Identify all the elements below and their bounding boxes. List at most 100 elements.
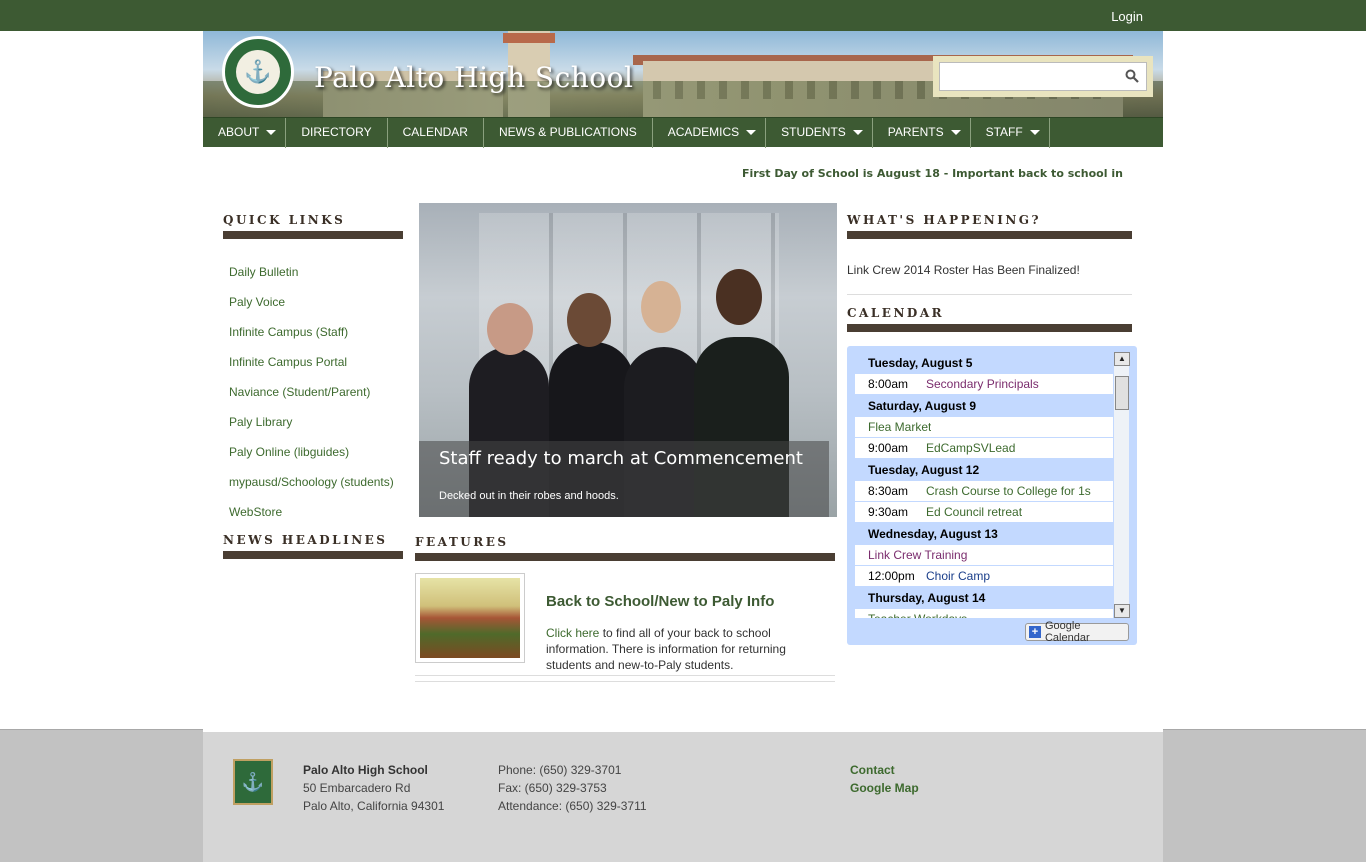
slide-person-head [716,269,762,325]
nav-item-students[interactable]: STUDENTS [766,118,873,148]
banner-tower-roof [503,33,555,43]
right-sidebar: WHAT'S HAPPENING? Link Crew 2014 Roster … [847,213,1132,332]
quick-link[interactable]: WebStore [229,503,403,521]
nav-item-parents[interactable]: PARENTS [873,118,971,148]
calendar-event-title[interactable]: Teacher Workdays [868,612,967,618]
slide-caption-title[interactable]: Staff ready to march at Commencement [439,448,803,469]
ship-icon: ⚓ [236,50,280,94]
calendar-event-list[interactable]: Tuesday, August 5 8:00am Secondary Princip… [855,352,1113,618]
calendar-event-row: 8:00am Secondary Principals [855,374,1113,395]
nav-item-calendar[interactable]: CALENDAR [388,118,484,148]
quick-link[interactable]: Daily Bulletin [229,263,403,281]
nav-item-directory[interactable]: DIRECTORY [286,118,388,148]
calendar-day-label: Saturday, August 9 [868,399,977,413]
quick-links-title: QUICK LINKS [223,213,346,227]
calendar-event-time: 8:30am [868,484,909,498]
footer-address-line: Palo Alto, California 94301 [303,799,445,813]
calendar-event-title[interactable]: Ed Council retreat [926,505,1022,519]
plus-icon: + [1029,626,1041,638]
footer: ⚓ Palo Alto High School 50 Embarcadero R… [203,732,1163,862]
search-icon[interactable] [1125,69,1139,83]
dropdown-arrow-icon [1029,130,1040,135]
footer-links: Contact Google Map [850,761,919,797]
search-box [933,56,1153,97]
calendar-event-title[interactable]: Secondary Principals [926,377,1039,391]
feature-click-here-link[interactable]: Click here [546,626,599,640]
calendar-event-title[interactable]: Flea Market [868,420,931,434]
quick-link[interactable]: Infinite Campus Portal [229,353,403,371]
quick-link[interactable]: Paly Online (libguides) [229,443,403,461]
nav-item-label: CALENDAR [402,125,468,139]
calendar-event-row: Teacher Workdays [855,609,1113,618]
calendar-day-header: Tuesday, August 12 [855,459,1113,481]
calendar-day-label: Wednesday, August 13 [868,527,998,541]
calendar-day-label: Tuesday, August 5 [868,356,973,370]
whats-happening-title: WHAT'S HAPPENING? [847,213,1042,227]
scroll-up-icon[interactable]: ▲ [1114,352,1130,366]
footer-school-name: Palo Alto High School [303,763,428,777]
news-headlines-title: NEWS HEADLINES [223,533,388,547]
slide-person-head [487,303,533,355]
slide-person-head [567,293,611,347]
nav-item-staff[interactable]: STAFF [971,118,1050,148]
footer-address-line: 50 Embarcadero Rd [303,781,411,795]
quick-links-list: Daily Bulletin Paly Voice Infinite Campus … [223,263,403,521]
top-bar: Login [203,0,1163,31]
image-slider[interactable]: Staff ready to march at Commencement Dec… [419,203,837,517]
calendar-event-title[interactable]: Crash Course to College for 1s [926,484,1091,498]
quick-link[interactable]: Infinite Campus (Staff) [229,323,403,341]
feature-item: Back to School/New to Paly Info Click he… [415,561,835,686]
slide-caption-subtitle: Decked out in their robes and hoods. [439,490,619,502]
nav-item-about[interactable]: ABOUT [203,118,287,148]
nav-item-label: NEWS & PUBLICATIONS [498,125,637,139]
calendar-event-row: 12:00pm Choir Camp [855,566,1113,587]
scroll-down-icon[interactable]: ▼ [1114,604,1130,618]
quick-link[interactable]: mypausd/Schoology (students) [229,473,403,491]
nav-item-news-publications[interactable]: NEWS & PUBLICATIONS [484,118,653,148]
section-divider [847,231,1132,239]
dropdown-arrow-icon [950,130,961,135]
whats-happening-item[interactable]: Link Crew 2014 Roster Has Been Finalized… [847,263,1132,295]
footer-contact-numbers: Phone: (650) 329-3701 Fax: (650) 329-375… [498,761,647,815]
section-divider [847,324,1132,332]
calendar-event-title[interactable]: EdCampSVLead [926,441,1015,455]
dropdown-arrow-icon [852,130,863,135]
left-sidebar: QUICK LINKS Daily Bulletin Paly Voice Infi… [223,213,403,559]
dropdown-arrow-icon [266,130,277,135]
calendar-event-time: 9:00am [868,441,909,455]
feature-headline[interactable]: Back to School/New to Paly Info [546,593,774,610]
scrollbar-thumb[interactable] [1115,376,1129,410]
feature-thumbnail[interactable] [415,573,525,663]
feature-divider [415,681,835,682]
login-link[interactable]: Login [1111,9,1143,24]
slide-person-head [641,281,681,333]
calendar-scrollbar[interactable]: ▲ ▼ [1113,352,1130,618]
quick-link[interactable]: Naviance (Student/Parent) [229,383,403,401]
section-divider [223,551,403,559]
quick-link[interactable]: Paly Library [229,413,403,431]
calendar-event-title[interactable]: Choir Camp [926,569,990,583]
calendar-day-label: Thursday, August 14 [868,591,986,605]
google-calendar-button[interactable]: + Google Calendar [1025,620,1129,644]
nav-item-label: ACADEMICS [667,125,740,139]
footer-fax: Fax: (650) 329-3753 [498,781,607,795]
calendar-event-time: 12:00pm [868,569,915,583]
footer-google-map-link[interactable]: Google Map [850,779,919,797]
nav-item-label: PARENTS [887,125,944,139]
news-ticker[interactable]: First Day of School is August 18 - Impor… [742,167,1123,183]
calendar-event-time: 9:30am [868,505,909,519]
calendar-event-row: Flea Market [855,417,1113,438]
feature-description: Click here to find all of your back to s… [546,625,806,673]
features-title: FEATURES [415,535,509,549]
calendar-event-time: 8:00am [868,377,909,391]
site-title[interactable]: Palo Alto High School [314,61,633,94]
school-logo[interactable]: ⚓ [222,36,294,108]
feature-divider [415,675,835,676]
calendar-day-header: Tuesday, August 5 [855,352,1113,374]
search-input[interactable] [939,62,1147,91]
calendar-event-title[interactable]: Link Crew Training [868,548,967,562]
nav-item-academics[interactable]: ACADEMICS [653,118,767,148]
footer-contact-link[interactable]: Contact [850,761,919,779]
quick-link[interactable]: Paly Voice [229,293,403,311]
calendar-event-row: Link Crew Training [855,545,1113,566]
